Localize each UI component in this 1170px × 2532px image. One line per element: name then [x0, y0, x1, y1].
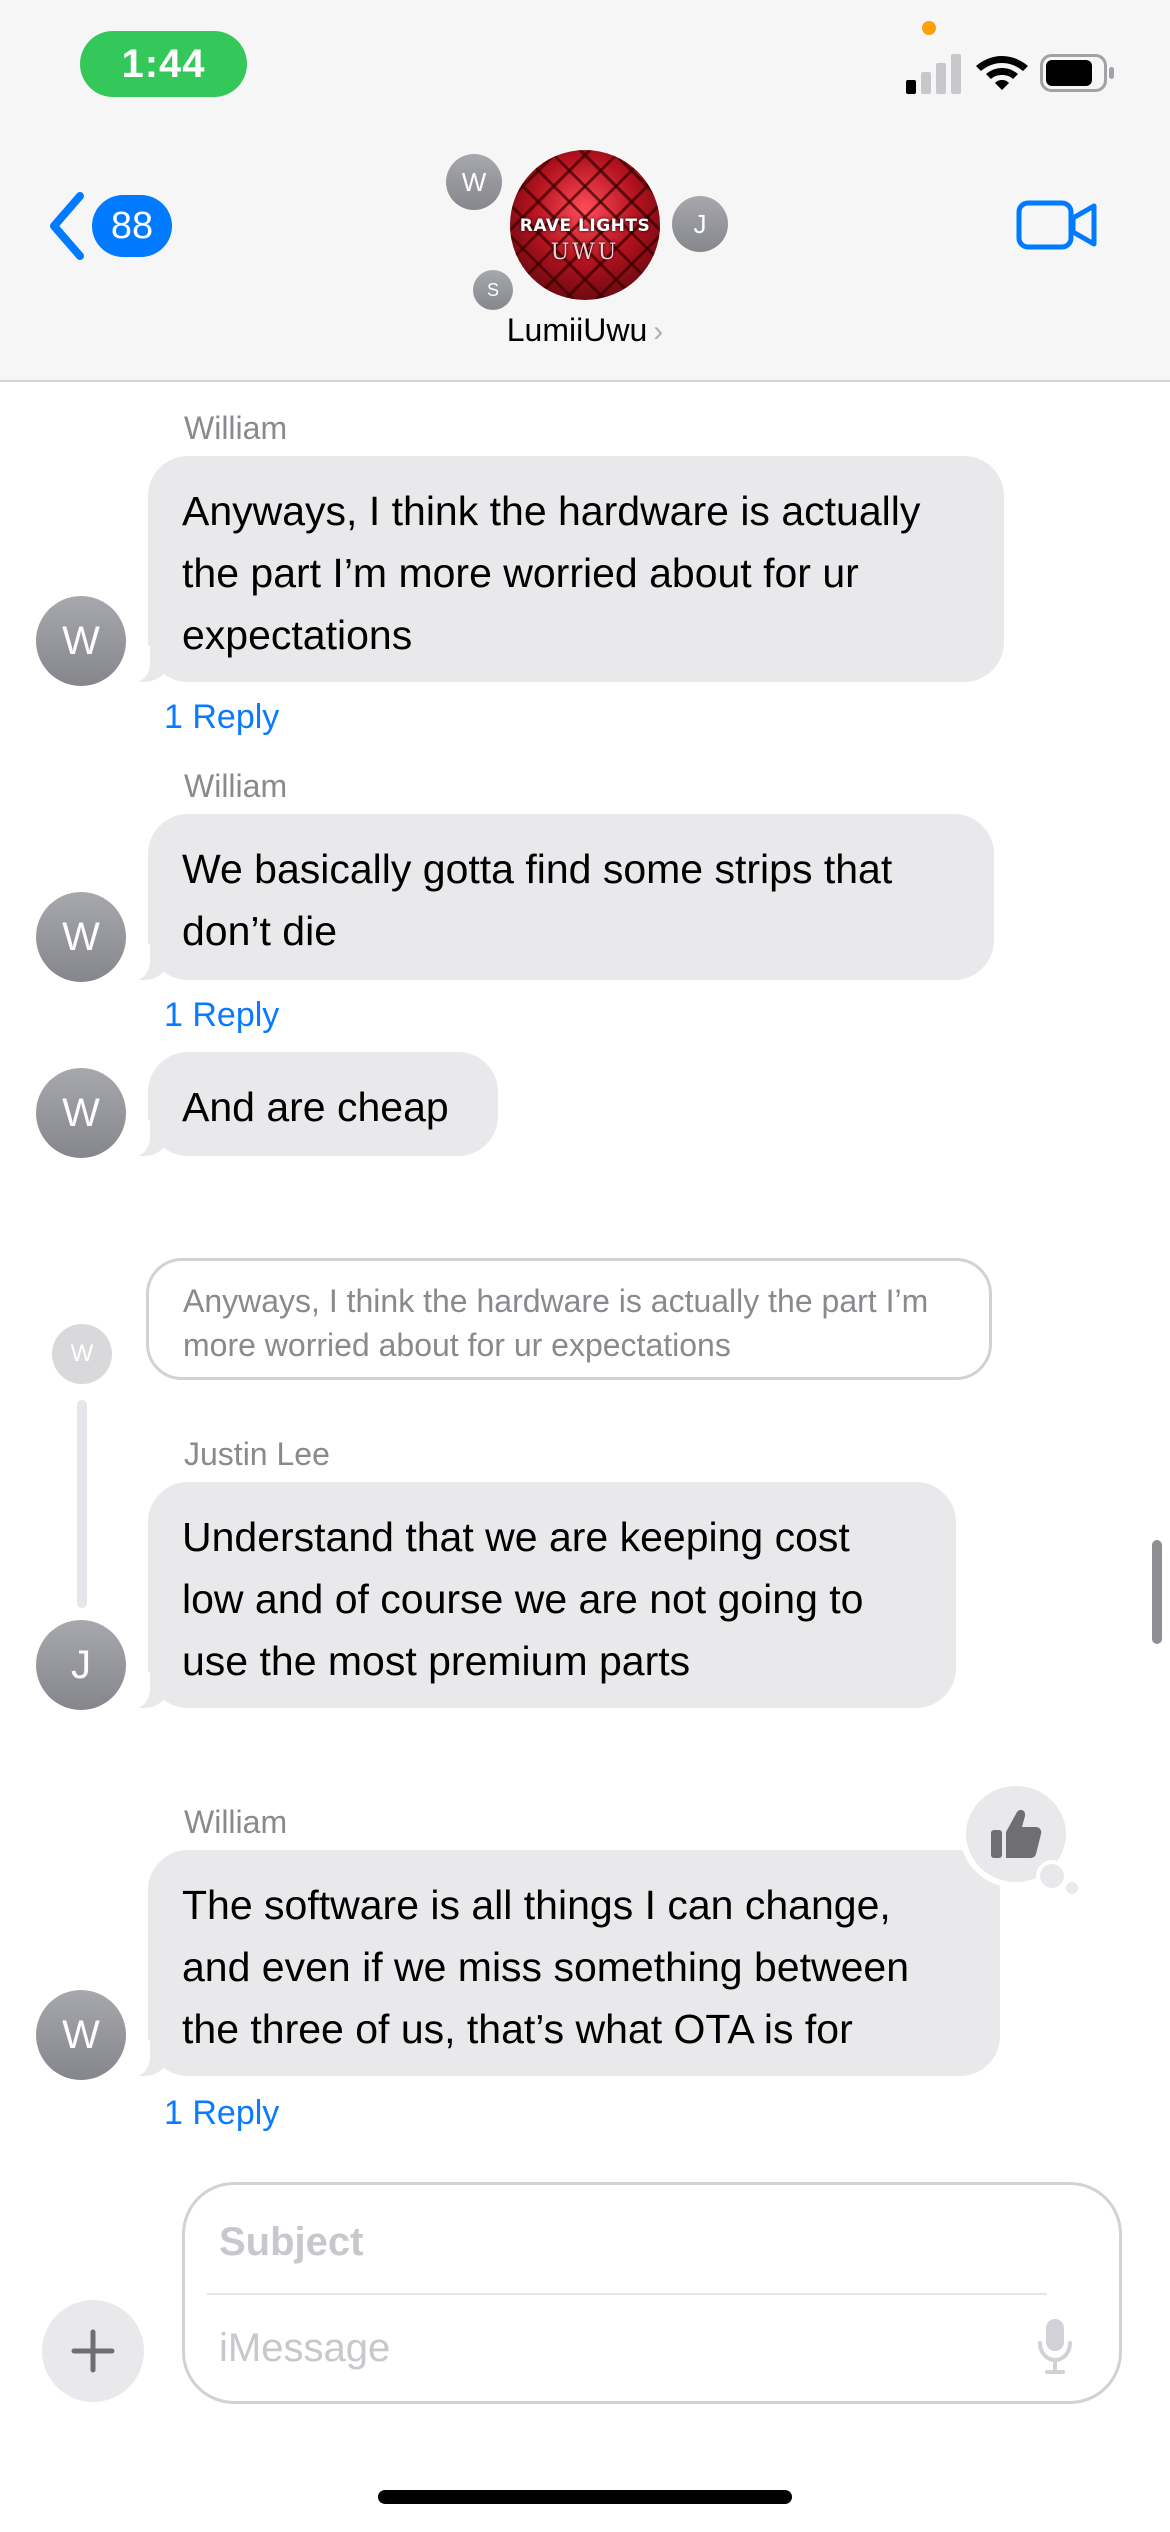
- back-button[interactable]: 88: [46, 190, 176, 262]
- avatar-logo-bottom: UWU: [550, 240, 620, 265]
- quoted-message[interactable]: Anyways, I think the hardware is actuall…: [146, 1258, 992, 1380]
- tapback-tail-small: [1066, 1882, 1078, 1894]
- message-bubble[interactable]: And are cheap: [126, 1052, 498, 1158]
- group-avatar[interactable]: RAVE LIGHTS UWU: [510, 150, 660, 300]
- home-indicator[interactable]: [378, 2490, 792, 2504]
- thread-reply-link[interactable]: 1 Reply: [164, 698, 279, 737]
- subject-input[interactable]: [219, 2207, 1039, 2277]
- group-name: LumiiUwu: [506, 312, 648, 348]
- unread-count-badge: 88: [92, 195, 172, 257]
- sender-avatar[interactable]: W: [36, 1068, 126, 1158]
- message-bubble[interactable]: Understand that we are keeping cost low …: [126, 1482, 956, 1710]
- imessage-input[interactable]: [219, 2313, 999, 2383]
- message-bubble[interactable]: The software is all things I can change,…: [126, 1850, 1000, 2078]
- avatar-logo-top: RAVE LIGHTS: [519, 216, 651, 236]
- apps-plus-button[interactable]: [42, 2300, 144, 2402]
- wifi-icon: [976, 56, 1028, 90]
- cellular-signal-icon: [906, 54, 961, 94]
- chevron-right-icon: ›: [653, 315, 664, 348]
- mic-in-use-indicator: [922, 21, 936, 35]
- member-avatar-s[interactable]: S: [473, 270, 513, 310]
- microphone-icon[interactable]: [1037, 2317, 1073, 2375]
- message-composer: [182, 2182, 1122, 2404]
- message-bubble[interactable]: We basically gotta find some strips that…: [126, 814, 994, 982]
- group-name-button[interactable]: LumiiUwu ›: [435, 312, 735, 349]
- thread-connector-line: [77, 1400, 87, 1608]
- status-time[interactable]: 1:44: [80, 31, 247, 97]
- conversation-header: 1:44 88 W RAVE LIGHTS UWU J S LumiiUwu ›: [0, 0, 1170, 382]
- sender-avatar[interactable]: W: [36, 1990, 126, 2080]
- message-sender: Justin Lee: [184, 1436, 330, 1472]
- member-avatar-j[interactable]: J: [672, 196, 728, 252]
- chevron-left-icon: [50, 192, 84, 260]
- facetime-video-icon[interactable]: [1016, 198, 1098, 252]
- scrollbar[interactable]: [1152, 1540, 1162, 1644]
- quoted-sender-avatar: W: [52, 1324, 112, 1384]
- message-bubble[interactable]: Anyways, I think the hardware is actuall…: [126, 456, 1004, 684]
- thumbs-up-icon: [991, 1809, 1042, 1858]
- message-sender: William: [184, 410, 288, 446]
- sender-avatar[interactable]: W: [36, 596, 126, 686]
- sender-avatar[interactable]: W: [36, 892, 126, 982]
- tapback-tail: [1040, 1864, 1064, 1888]
- member-avatar-w[interactable]: W: [446, 154, 502, 210]
- plus-icon: [71, 2329, 115, 2373]
- sender-avatar[interactable]: J: [36, 1620, 126, 1710]
- composer-divider: [207, 2293, 1047, 2295]
- message-sender: William: [184, 768, 288, 804]
- message-sender: William: [184, 1804, 288, 1840]
- thread-reply-link[interactable]: 1 Reply: [164, 2094, 279, 2133]
- battery-icon: [1040, 54, 1114, 92]
- thread-reply-link[interactable]: 1 Reply: [164, 996, 279, 1035]
